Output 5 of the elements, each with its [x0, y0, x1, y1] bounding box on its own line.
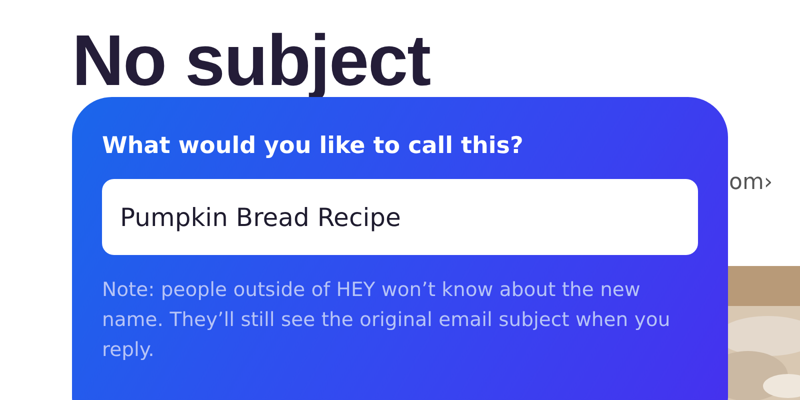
note-text: Note: people outside of HEY won’t know about the new name. They’ll still see the original email subject when you reply. [102, 277, 672, 363]
dialog-heading: What would you like to call this? [102, 133, 524, 159]
page-title: No subject [71, 20, 432, 102]
name-input-field[interactable]: Pumpkin Bread Recipe [102, 179, 698, 255]
link-text[interactable]: om› [729, 170, 773, 195]
